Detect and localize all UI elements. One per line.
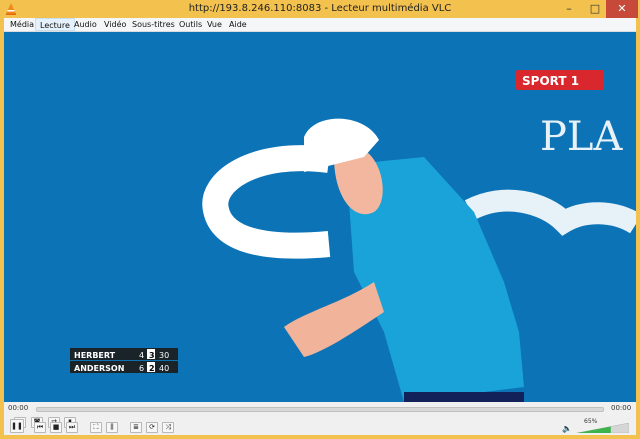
- menu-audio[interactable]: Audio: [70, 18, 101, 31]
- svg-text:SPORT 1: SPORT 1: [522, 74, 579, 88]
- volume-slider[interactable]: [577, 423, 629, 433]
- shuffle-icon: ⤨: [165, 423, 171, 431]
- menu-bar: Média Lecture Audio Vidéo Sous-titres Ou…: [4, 18, 636, 32]
- player1-points: 30: [159, 351, 169, 360]
- pause-button[interactable]: ❚❚: [10, 419, 24, 433]
- previous-icon: ⏮: [36, 423, 44, 431]
- close-button[interactable]: ✕: [606, 0, 638, 18]
- seek-bar[interactable]: [36, 407, 604, 412]
- fullscreen-icon: ⛶: [93, 423, 99, 431]
- menu-tools[interactable]: Outils: [175, 18, 206, 31]
- banner-text: PLA: [540, 114, 623, 160]
- stop-icon: ■: [52, 423, 60, 431]
- extended-settings-button[interactable]: ⫼: [106, 422, 118, 433]
- elapsed-time: 00:00: [8, 404, 29, 412]
- window-title: http://193.8.246.110:8083 - Lecteur mult…: [188, 3, 452, 14]
- player1-sets: 4: [139, 351, 144, 360]
- pause-icon: ❚❚: [11, 421, 23, 430]
- playlist-icon: ≣: [133, 423, 139, 431]
- extended-settings-icon: ⫼: [110, 423, 114, 431]
- remaining-time: 00:00: [611, 404, 632, 412]
- vlc-window: http://193.8.246.110:8083 - Lecteur mult…: [0, 0, 640, 439]
- menu-subtitles[interactable]: Sous-titres: [128, 18, 179, 31]
- next-button[interactable]: ⏭: [66, 422, 78, 433]
- channel-logo: SPORT 1: [516, 70, 604, 90]
- title-bar[interactable]: http://193.8.246.110:8083 - Lecteur mult…: [0, 0, 640, 18]
- player2-sets: 6: [139, 364, 144, 373]
- fullscreen-button[interactable]: ⛶: [90, 422, 102, 433]
- player2-games: 2: [149, 364, 155, 373]
- player2-points: 40: [159, 364, 169, 373]
- player2-name: ANDERSON: [74, 364, 124, 373]
- menu-view[interactable]: Vue: [203, 18, 226, 31]
- shuffle-button[interactable]: ⤨: [162, 422, 174, 433]
- menu-help[interactable]: Aide: [225, 18, 251, 31]
- video-frame: PLA SPORT 1 HERBERT 4 3 30 ANDERSON 6 2 …: [4, 32, 636, 402]
- menu-lecture[interactable]: Lecture: [35, 18, 75, 31]
- menu-media[interactable]: Média: [6, 18, 38, 31]
- loop-button[interactable]: ⟳: [146, 422, 158, 433]
- video-surface[interactable]: PLA SPORT 1 HERBERT 4 3 30 ANDERSON 6 2 …: [4, 32, 636, 402]
- loop-icon: ⟳: [149, 423, 155, 431]
- player1-name: HERBERT: [74, 351, 116, 360]
- client-area: Média Lecture Audio Vidéo Sous-titres Ou…: [4, 18, 636, 435]
- previous-button[interactable]: ⏮: [34, 422, 46, 433]
- playlist-button[interactable]: ≣: [130, 422, 142, 433]
- next-icon: ⏭: [68, 423, 76, 431]
- minimize-button[interactable]: –: [556, 0, 582, 18]
- menu-video[interactable]: Vidéo: [100, 18, 130, 31]
- speaker-icon[interactable]: 🔈: [562, 424, 572, 433]
- maximize-button[interactable]: □: [582, 0, 608, 18]
- stop-button[interactable]: ■: [50, 422, 62, 433]
- player1-games: 3: [149, 351, 155, 360]
- control-bar: 00:00 00:00 ● ◙ ⇄ ▮ ❚❚ ⏮ ■ ⏭ ⛶ ⫼ ≣ ⟳ ⤨ 🔈…: [4, 402, 636, 435]
